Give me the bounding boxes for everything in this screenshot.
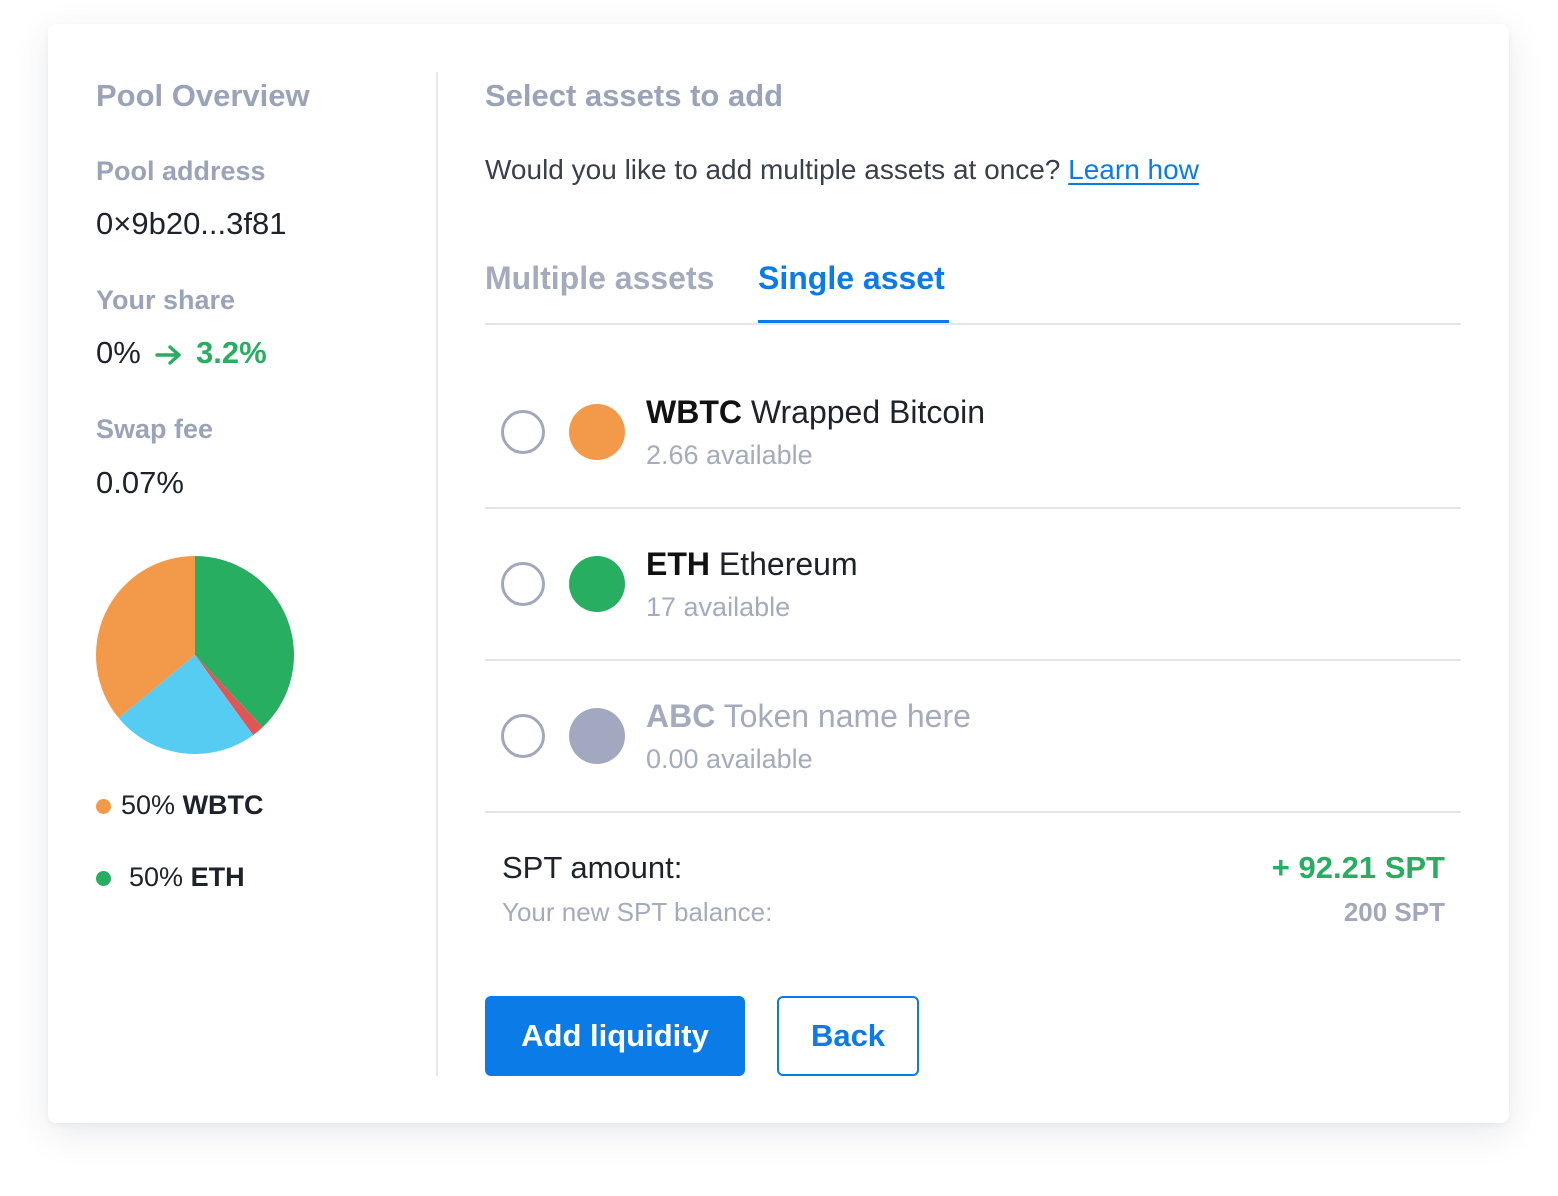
legend-item-eth: 50% ETH [96, 862, 245, 893]
pool-composition-pie-chart [95, 556, 294, 754]
radio-eth[interactable] [501, 562, 545, 606]
row-divider [485, 811, 1461, 813]
column-divider [436, 72, 438, 1076]
share-from: 0% [96, 335, 141, 370]
question-text: Would you like to add multiple assets at… [485, 154, 1061, 185]
legend-eth-percent: 50% [129, 862, 184, 892]
add-liquidity-button[interactable]: Add liquidity [485, 996, 745, 1076]
asset-name-wbtc: Wrapped Bitcoin [750, 394, 986, 430]
multi-asset-question: Would you like to add multiple assets at… [485, 154, 1199, 186]
pool-address-value: 0×9b20...3f81 [96, 206, 287, 241]
legend-eth-symbol: ETH [190, 862, 245, 892]
swap-fee-label: Swap fee [96, 414, 214, 444]
radio-wbtc[interactable] [501, 410, 545, 454]
asset-title-abc: ABC Token name here [646, 698, 971, 735]
select-assets-title: Select assets to add [485, 78, 784, 113]
legend-dot-eth [96, 871, 111, 887]
spt-balance-value: 200 SPT [1343, 897, 1445, 927]
active-tab-indicator [758, 320, 949, 323]
swap-fee-value: 0.07% [96, 465, 184, 500]
spt-balance-label: Your new SPT balance: [502, 897, 773, 927]
asset-symbol-abc: ABC [646, 698, 716, 734]
add-liquidity-card: Pool Overview Pool address 0×9b20...3f81… [48, 24, 1509, 1123]
pool-address-label: Pool address [96, 156, 266, 186]
back-button[interactable]: Back [777, 996, 919, 1076]
legend-wbtc-percent: 50% [121, 790, 176, 820]
asset-available-eth: 17 available [646, 592, 791, 622]
asset-name-eth: Ethereum [718, 546, 858, 582]
learn-how-link[interactable]: Learn how [1068, 154, 1199, 185]
tab-single-asset[interactable]: Single asset [758, 260, 945, 297]
your-share-value: 0% 3.2% [96, 335, 267, 371]
your-share-label: Your share [96, 285, 236, 315]
spt-amount-label: SPT amount: [502, 850, 683, 885]
asset-symbol-eth: ETH [646, 546, 710, 582]
tabs-divider [485, 323, 1461, 325]
spt-amount-value: + 92.21 SPT [1271, 850, 1445, 885]
share-to: 3.2% [196, 335, 267, 370]
legend-item-wbtc: 50% WBTC [96, 790, 264, 821]
asset-title-eth: ETH Ethereum [646, 546, 858, 583]
asset-name-abc: Token name here [723, 698, 971, 734]
token-icon-wbtc [569, 404, 625, 460]
row-divider [485, 507, 1461, 509]
pool-overview-title: Pool Overview [96, 78, 310, 113]
arrow-right-icon [155, 345, 182, 365]
tab-multiple-assets[interactable]: Multiple assets [485, 260, 714, 297]
asset-row-wbtc[interactable] [485, 364, 1461, 508]
token-icon-eth [569, 556, 625, 612]
row-divider [485, 659, 1461, 661]
token-icon-abc [569, 708, 625, 764]
asset-available-abc: 0.00 available [646, 744, 813, 774]
radio-abc[interactable] [501, 714, 545, 758]
asset-symbol-wbtc: WBTC [646, 394, 742, 430]
asset-title-wbtc: WBTC Wrapped Bitcoin [646, 394, 985, 431]
legend-wbtc-symbol: WBTC [182, 790, 264, 820]
asset-available-wbtc: 2.66 available [646, 440, 813, 470]
legend-dot-wbtc [96, 799, 111, 815]
